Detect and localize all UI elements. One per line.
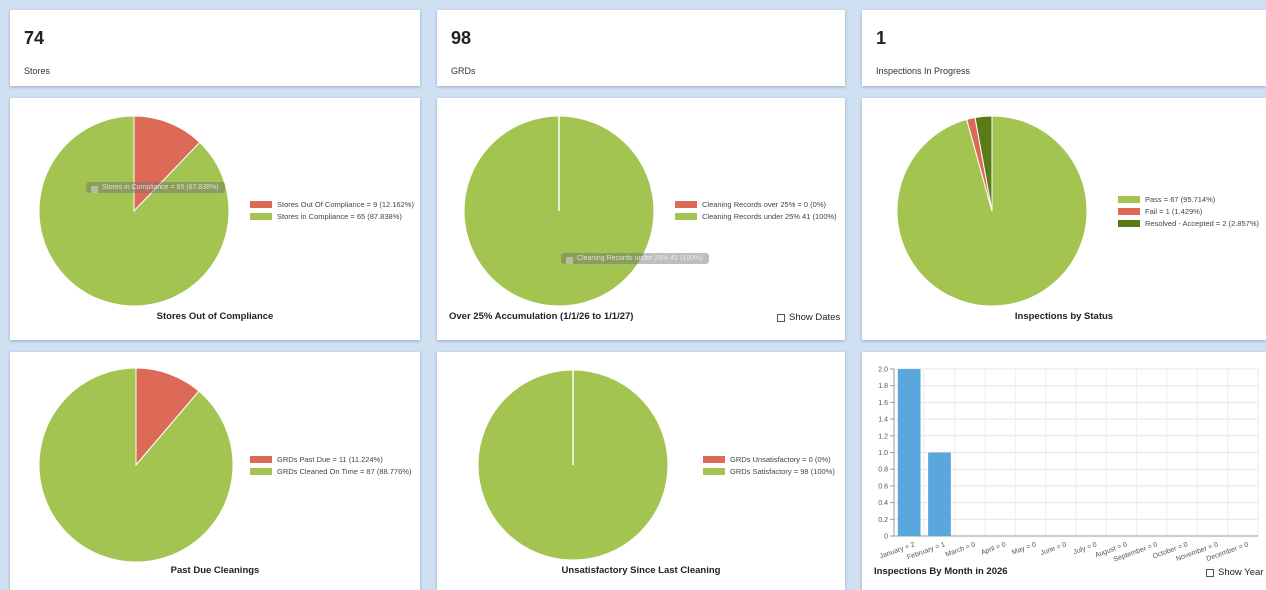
legend-label: GRDs Past Due = 11 (11.224%) [277,454,383,464]
x-tick-label: April = 0 [980,541,1007,556]
bar[interactable] [897,369,921,536]
pie-slice[interactable] [38,367,234,563]
legend-label: Cleaning Records over 25% = 0 (0%) [702,199,827,209]
stat-label: Stores [24,66,51,76]
legend-label: GRDs Cleaned On Time = 87 (88.776%) [277,466,412,476]
x-tick-label: March = 0 [945,541,977,558]
chart-tooltip: Stores in Compliance = 65 (87.838%) [86,182,225,193]
chart-legend: Stores Out Of Compliance = 9 (12.162%) St… [250,198,414,222]
chart-card-stores-compliance: Stores in Compliance = 65 (87.838%) Stor… [10,98,420,340]
x-tick-label: June = 0 [1040,541,1068,557]
legend-label: Cleaning Records under 25% 41 (100%) [702,211,837,221]
stat-value: 98 [451,28,472,48]
y-tick-label: 2.0 [878,367,888,374]
legend-item[interactable]: GRDs Past Due = 11 (11.224%) [250,453,411,465]
legend-item[interactable]: Fail = 1 (1.429%) [1118,205,1259,217]
legend-swatch [675,200,697,208]
legend-label: Resolved - Accepted = 2 (2.857%) [1145,218,1260,228]
legend-item[interactable]: Resolved - Accepted = 2 (2.857%) [1118,217,1259,229]
chart-legend: GRDs Unsatisfactory = 0 (0%) GRDs Satisfa… [703,453,835,477]
chart-card-accumulation: Cleaning Records under 25% 41 (100%) Cle… [437,98,845,340]
chart-title: Unsatisfactory Since Last Cleaning [561,565,721,576]
show-dates-toggle[interactable]: Show Dates [777,312,840,323]
chart-title: Inspections by Status [1014,311,1114,322]
show-dates-label: Show Dates [789,312,841,323]
legend-label: GRDs Unsatisfactory = 0 (0%) [730,454,831,464]
chart-card-inspections-month: 0 0.2 0.4 0.6 0.8 1.0 1.2 1.4 1.6 1.8 2.0 January =… [862,352,1266,590]
legend-swatch [703,455,725,463]
y-tick-label: 0.4 [878,500,888,507]
legend-label: GRDs Satisfactory = 98 (100%) [730,466,835,476]
chart-card-past-due: GRDs Past Due = 11 (11.224%) GRDs Cleaned… [10,352,420,590]
legend-swatch [1118,219,1140,227]
y-tick-label: 1.2 [878,433,888,440]
legend-swatch [1118,195,1140,203]
stat-label: Inspections In Progress [876,66,971,76]
y-tick-label: 0.8 [878,467,888,474]
chart-legend: Pass = 67 (95.714%) Fail = 1 (1.429%) Reso… [1118,193,1259,229]
legend-swatch [703,467,725,475]
legend-label: Stores in Compliance = 65 (87.838%) [277,211,402,221]
show-year-label: Show Year [1218,567,1264,578]
show-year-toggle[interactable]: Show Year [1206,567,1263,578]
legend-label: Pass = 67 (95.714%) [1145,194,1216,204]
pie-chart [477,369,669,561]
y-tick-label: 0.2 [878,517,888,524]
legend-item[interactable]: Cleaning Records over 25% = 0 (0%) [675,198,837,210]
chart-card-unsatisfactory: GRDs Unsatisfactory = 0 (0%) GRDs Satisfa… [437,352,845,590]
chart-tooltip: Cleaning Records under 25% 41 (100%) [561,253,709,264]
legend-item[interactable]: GRDs Cleaned On Time = 87 (88.776%) [250,465,411,477]
pie-chart [38,115,230,307]
legend-item[interactable]: Stores Out Of Compliance = 9 (12.162%) [250,198,414,210]
pie-chart [463,115,655,307]
chart-title: Stores Out of Compliance [156,311,274,322]
stat-card-inspections: 1 Inspections In Progress [862,10,1266,86]
legend-item[interactable]: Stores in Compliance = 65 (87.838%) [250,210,414,222]
y-tick-label: 1.0 [878,450,888,457]
y-tick-label: 1.6 [878,400,888,407]
chart-legend: GRDs Past Due = 11 (11.224%) GRDs Cleaned… [250,453,411,477]
pie-slice[interactable] [38,115,230,307]
legend-item[interactable]: Pass = 67 (95.714%) [1118,193,1259,205]
legend-item[interactable]: GRDs Satisfactory = 98 (100%) [703,465,835,477]
stat-card-stores: 74 Stores [10,10,420,86]
show-dates-checkbox[interactable] [777,313,785,322]
show-year-checkbox[interactable] [1206,568,1214,577]
legend-label: Fail = 1 (1.429%) [1145,206,1203,216]
y-tick-label: 1.8 [878,383,888,390]
legend-swatch [250,455,272,463]
stat-label: GRDs [451,66,476,76]
y-tick-label: 0 [884,534,888,541]
y-tick-label: 1.4 [878,417,888,424]
legend-label: Stores Out Of Compliance = 9 (12.162%) [277,199,414,209]
stat-value: 1 [876,28,887,48]
stat-card-grds: 98 GRDs [437,10,845,86]
legend-swatch [675,212,697,220]
legend-swatch [250,467,272,475]
legend-swatch [1118,207,1140,215]
legend-item[interactable]: Cleaning Records under 25% 41 (100%) [675,210,837,222]
pie-chart [38,367,234,563]
legend-item[interactable]: GRDs Unsatisfactory = 0 (0%) [703,453,835,465]
legend-swatch [250,200,272,208]
legend-swatch [250,212,272,220]
y-tick-label: 0.6 [878,483,888,490]
chart-legend: Cleaning Records over 25% = 0 (0%) Cleani… [675,198,837,222]
pie-chart [896,115,1088,307]
bar-chart: 00.20.40.60.81.01.21.41.61.82.0January =… [878,367,1259,564]
bar[interactable] [928,452,951,537]
chart-title: Past Due Cleanings [170,565,260,576]
x-tick-label: May = 0 [1011,541,1037,556]
stat-value: 74 [24,28,45,48]
chart-card-inspection-status: Pass = 67 (95.714%) Fail = 1 (1.429%) Reso… [862,98,1266,340]
